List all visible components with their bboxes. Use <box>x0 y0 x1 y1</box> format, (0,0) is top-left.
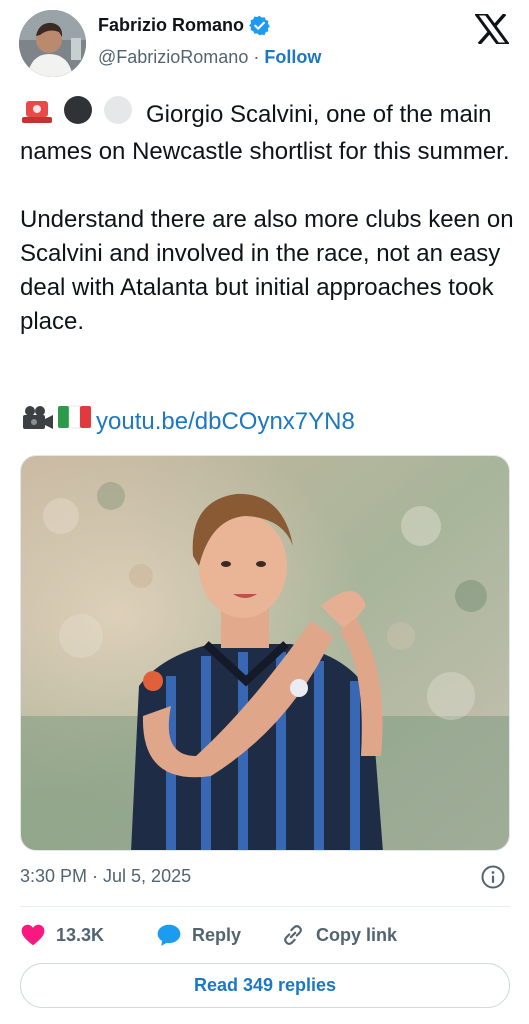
link-icon <box>280 922 306 948</box>
tweet-paragraph-2: Understand there are also more clubs kee… <box>20 206 514 335</box>
like-count: 13.3K <box>56 924 105 945</box>
author-name[interactable]: Fabrizio Romano <box>98 15 244 36</box>
divider <box>20 906 510 907</box>
video-camera-emoji <box>20 403 56 440</box>
tweet-photo[interactable] <box>20 455 510 851</box>
author-handle[interactable]: @FabrizioRomano <box>98 47 248 68</box>
separator: · <box>253 47 260 67</box>
youtube-link[interactable]: youtu.be/dbCOynx7YN8 <box>96 408 355 436</box>
reply-button[interactable]: Reply <box>156 922 241 948</box>
black-circle-emoji <box>61 95 95 135</box>
avatar[interactable] <box>19 10 86 77</box>
follow-button[interactable]: Follow <box>264 47 321 68</box>
reply-label: Reply <box>192 924 242 945</box>
action-bar: 13.3K Reply Copy link <box>20 918 510 952</box>
reply-bubble-icon <box>156 922 182 948</box>
info-icon[interactable] <box>481 865 505 889</box>
tweet-timestamp[interactable]: 3:30 PM · Jul 5, 2025 <box>20 866 191 887</box>
tweet-header: Fabrizio Romano @FabrizioRomano · Follow <box>0 0 529 90</box>
heart-icon <box>20 922 46 948</box>
verified-badge-icon <box>249 15 270 36</box>
read-replies-button[interactable]: Read 349 replies <box>20 963 510 1008</box>
police-light-emoji <box>20 99 54 135</box>
white-circle-emoji <box>101 95 139 135</box>
like-button[interactable]: 13.3K <box>20 922 104 948</box>
italy-flag-emoji <box>56 403 96 440</box>
tweet-body: Giorgio Scalvini, one of the main names … <box>20 95 515 339</box>
copy-link-button[interactable]: Copy link <box>280 922 397 948</box>
x-logo-icon[interactable] <box>473 12 511 46</box>
copy-link-label: Copy link <box>316 924 398 945</box>
tweet-link-row: youtu.be/dbCOynx7YN8 <box>20 403 355 440</box>
